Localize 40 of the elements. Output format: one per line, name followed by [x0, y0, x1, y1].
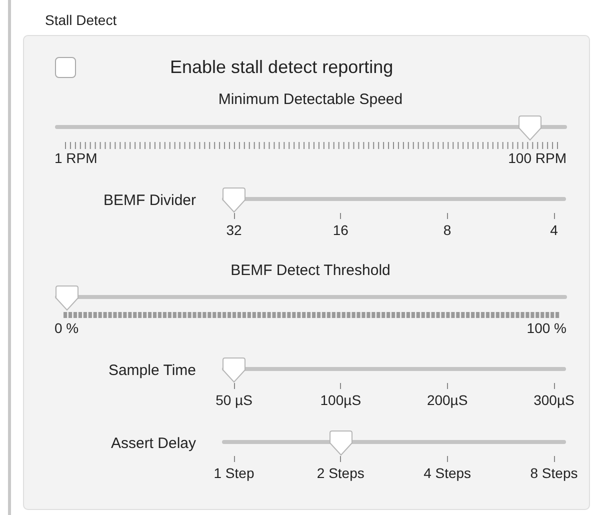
tick-mark	[340, 212, 342, 218]
tick-label: 200µS	[426, 391, 468, 410]
slider-label: Sample Time	[108, 361, 196, 381]
tick-label: 100µS	[320, 391, 362, 410]
tick-label: 4	[550, 220, 558, 240]
group-title: Stall Detect	[45, 11, 118, 30]
slider-label: BEMF Divider	[103, 190, 196, 210]
max-label: 100 RPM	[508, 148, 566, 168]
slider-label: BEMF Detect Threshold	[230, 260, 390, 280]
tick-label: 8	[443, 220, 452, 240]
slider[interactable]	[222, 186, 566, 212]
tick-mark	[446, 383, 448, 389]
tick-label: 50 µS	[216, 391, 252, 410]
tick-mark	[446, 456, 448, 462]
tick-label: 1 Step	[214, 464, 254, 483]
slider-thumb[interactable]	[328, 430, 353, 456]
tick-label: 8 Steps	[530, 464, 578, 483]
slider-thumb[interactable]	[222, 186, 246, 212]
enable-label: Enable stall detect reporting	[170, 56, 394, 79]
tick-label: 300µS	[534, 391, 574, 410]
slider-label: Minimum Detectable Speed	[218, 90, 403, 110]
tick-mark	[446, 212, 448, 218]
tick-label: 2 Steps	[316, 464, 364, 483]
max-label: 100 %	[526, 319, 566, 338]
slider-label: Assert Delay	[110, 434, 196, 454]
slider-thumb[interactable]	[222, 357, 246, 383]
tick-label: 32	[226, 220, 242, 240]
slider-thumb[interactable]	[54, 285, 78, 311]
slider[interactable]	[222, 357, 566, 383]
min-label: 0 %	[54, 319, 79, 338]
slider[interactable]	[54, 285, 566, 311]
slider[interactable]	[222, 430, 566, 456]
tick-mark	[340, 456, 342, 462]
tick-mark	[340, 383, 342, 389]
enable-checkbox[interactable]	[55, 57, 76, 78]
min-label: 1 RPM	[54, 148, 98, 168]
slider[interactable]	[54, 114, 566, 140]
tick-label: 4 Steps	[424, 464, 472, 483]
slider-thumb[interactable]	[518, 114, 542, 140]
tick-label: 16	[332, 220, 348, 240]
